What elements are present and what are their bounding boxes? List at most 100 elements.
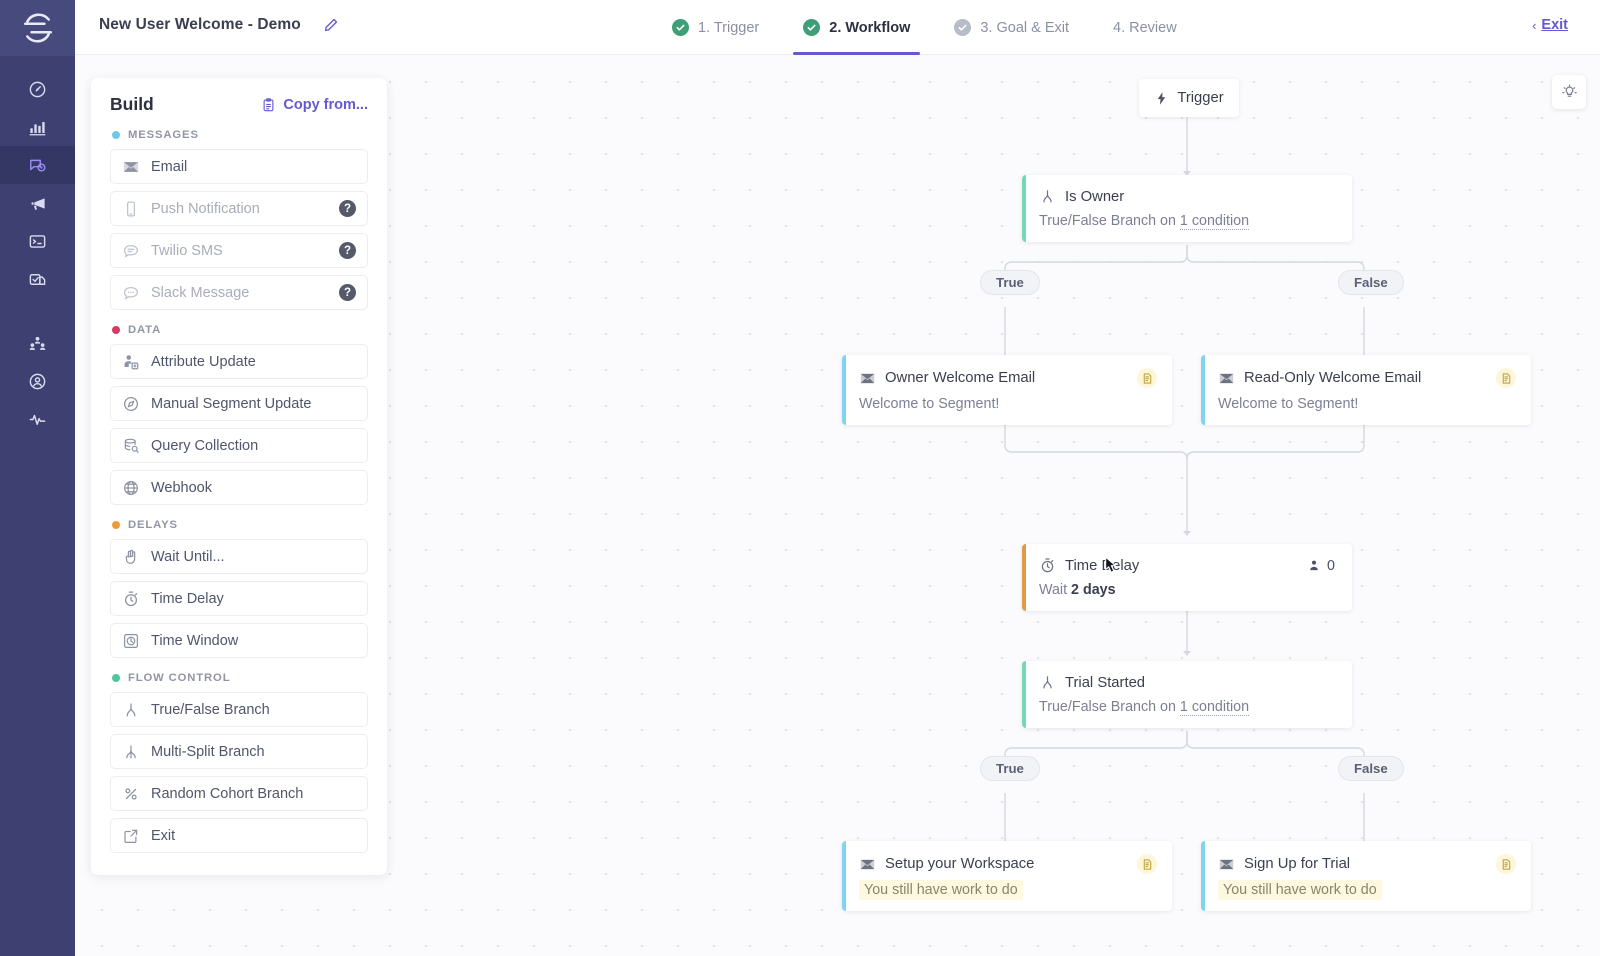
- tool-push-notification[interactable]: Push Notification ?: [110, 191, 368, 226]
- node-subtitle: True/False Branch on 1 condition: [1022, 691, 1352, 728]
- tool-label: Wait Until...: [151, 548, 225, 565]
- help-icon[interactable]: ?: [339, 242, 356, 259]
- tool-manual-segment-update[interactable]: Manual Segment Update: [110, 386, 368, 421]
- draft-document-icon[interactable]: [1496, 854, 1516, 874]
- group-label-text: DELAYS: [128, 519, 178, 531]
- node-subtitle-text: You still have work to do: [859, 880, 1023, 900]
- exit-link[interactable]: ‹ Exit: [1532, 17, 1568, 33]
- tool-twilio-sms[interactable]: Twilio SMS ?: [110, 233, 368, 268]
- tool-label: Manual Segment Update: [151, 395, 312, 412]
- node-time-delay[interactable]: Time Delay 0 Wait 2 days: [1022, 544, 1352, 611]
- workflow-canvas[interactable]: Trigger Is Owner True/False Branch on 1 …: [75, 55, 1600, 956]
- step-goal-exit[interactable]: 3. Goal & Exit: [932, 0, 1091, 55]
- segment-logo-icon: [23, 13, 52, 43]
- node-subtitle: Welcome to Segment!: [859, 396, 1000, 412]
- group-label-text: FLOW CONTROL: [128, 672, 231, 684]
- tool-attribute-update[interactable]: Attribute Update: [110, 344, 368, 379]
- tool-label: Time Delay: [151, 590, 224, 607]
- draft-document-icon[interactable]: [1137, 368, 1157, 388]
- node-readonly-welcome-email[interactable]: Read-Only Welcome Email Welcome to Segme…: [1201, 355, 1531, 425]
- app-logo[interactable]: [0, 0, 75, 56]
- node-trigger-label: Trigger: [1177, 90, 1224, 106]
- envelope-icon: [859, 370, 876, 387]
- lightning-bolt-icon: [1158, 91, 1166, 105]
- tool-slack-message[interactable]: Slack Message ?: [110, 275, 368, 310]
- tool-true-false-branch[interactable]: True/False Branch: [110, 692, 368, 727]
- pill-label: False: [1354, 761, 1388, 776]
- tool-webhook[interactable]: Webhook: [110, 470, 368, 505]
- node-header: Owner Welcome Email: [842, 355, 1172, 388]
- node-subtitle-text: You still have work to do: [1218, 880, 1382, 900]
- step-review[interactable]: 4. Review: [1091, 0, 1199, 55]
- lightbulb-icon: [1561, 83, 1577, 97]
- node-trigger[interactable]: Trigger: [1139, 79, 1239, 117]
- branch-two-icon: [1039, 188, 1056, 205]
- node-header: Time Delay 0: [1022, 544, 1352, 574]
- tool-query-collection[interactable]: Query Collection: [110, 428, 368, 463]
- step-workflow[interactable]: 2. Workflow: [781, 0, 932, 55]
- node-setup-workspace[interactable]: Setup your Workspace You still have work…: [842, 841, 1172, 911]
- rail-item-audiences[interactable]: [0, 324, 75, 362]
- rail-item-analytics[interactable]: [0, 108, 75, 146]
- tool-label: True/False Branch: [151, 701, 270, 718]
- tool-exit[interactable]: Exit: [110, 818, 368, 853]
- tips-button[interactable]: [1552, 75, 1586, 109]
- node-signup-for-trial[interactable]: Sign Up for Trial You still have work to…: [1201, 841, 1531, 911]
- node-trial-started[interactable]: Trial Started True/False Branch on 1 con…: [1022, 661, 1352, 728]
- rail-item-dashboard[interactable]: [0, 70, 75, 108]
- help-icon[interactable]: ?: [339, 284, 356, 301]
- draft-document-icon[interactable]: [1137, 854, 1157, 874]
- bar-chart-icon: [29, 121, 46, 135]
- tool-random-cohort-branch[interactable]: Random Cohort Branch: [110, 776, 368, 811]
- step-workflow-label: 2. Workflow: [829, 19, 911, 36]
- node-subtitle-prefix: Wait: [1039, 582, 1072, 598]
- node-accent-bar: [1022, 175, 1026, 242]
- rail-item-journeys[interactable]: [0, 146, 75, 184]
- step-trigger[interactable]: 1. Trigger: [650, 0, 781, 55]
- tool-time-window[interactable]: Time Window: [110, 623, 368, 658]
- node-is-owner[interactable]: Is Owner True/False Branch on 1 conditio…: [1022, 175, 1352, 242]
- check-circle-green-icon: [672, 19, 689, 36]
- pill-label: True: [996, 761, 1024, 776]
- person-icon: [1310, 560, 1318, 571]
- group-label-text: MESSAGES: [128, 129, 199, 141]
- node-owner-welcome-email[interactable]: Owner Welcome Email Welcome to Segment!: [842, 355, 1172, 425]
- compass-icon: [122, 395, 140, 413]
- node-participant-count: 0: [1307, 558, 1335, 574]
- tool-label: Exit: [151, 827, 176, 844]
- rail-item-tasks[interactable]: [0, 260, 75, 298]
- group-dot: [112, 674, 120, 682]
- chevron-left-icon: ‹: [1532, 17, 1537, 33]
- rail-item-campaigns[interactable]: [0, 184, 75, 222]
- node-condition-link[interactable]: 1 condition: [1179, 213, 1250, 230]
- edit-title-button[interactable]: [323, 17, 341, 35]
- rail-item-developer[interactable]: [0, 222, 75, 260]
- left-nav-rail: [0, 0, 75, 956]
- tool-time-delay[interactable]: Time Delay: [110, 581, 368, 616]
- node-subtitle-strong: 2 days: [1071, 582, 1116, 598]
- node-subtitle: You still have work to do: [1201, 874, 1531, 911]
- build-panel-header: Build Copy from...: [110, 94, 368, 115]
- group-label-delays: DELAYS: [112, 519, 368, 531]
- help-icon[interactable]: ?: [339, 200, 356, 217]
- step-goal-exit-label: 3. Goal & Exit: [980, 19, 1070, 36]
- node-title: Is Owner: [1065, 188, 1125, 205]
- tool-wait-until[interactable]: Wait Until...: [110, 539, 368, 574]
- clock-box-icon: [122, 632, 140, 650]
- pill-owner-false: False: [1338, 270, 1404, 295]
- tool-multi-split-branch[interactable]: Multi-Split Branch: [110, 734, 368, 769]
- tool-email[interactable]: Email: [110, 149, 368, 184]
- terminal-icon: [29, 234, 46, 248]
- pill-label: False: [1354, 275, 1388, 290]
- copy-from-button[interactable]: Copy from...: [261, 97, 368, 113]
- draft-document-icon[interactable]: [1496, 368, 1516, 388]
- node-subtitle: You still have work to do: [842, 874, 1172, 911]
- rail-item-profiles[interactable]: [0, 362, 75, 400]
- envelope-icon: [122, 158, 140, 176]
- pill-owner-true: True: [980, 270, 1040, 295]
- node-title: Read-Only Welcome Email: [1244, 370, 1422, 386]
- journeys-icon: [30, 159, 46, 172]
- node-condition-link[interactable]: 1 condition: [1179, 699, 1250, 716]
- rail-item-activity[interactable]: [0, 400, 75, 438]
- page-title: New User Welcome - Demo: [99, 16, 301, 33]
